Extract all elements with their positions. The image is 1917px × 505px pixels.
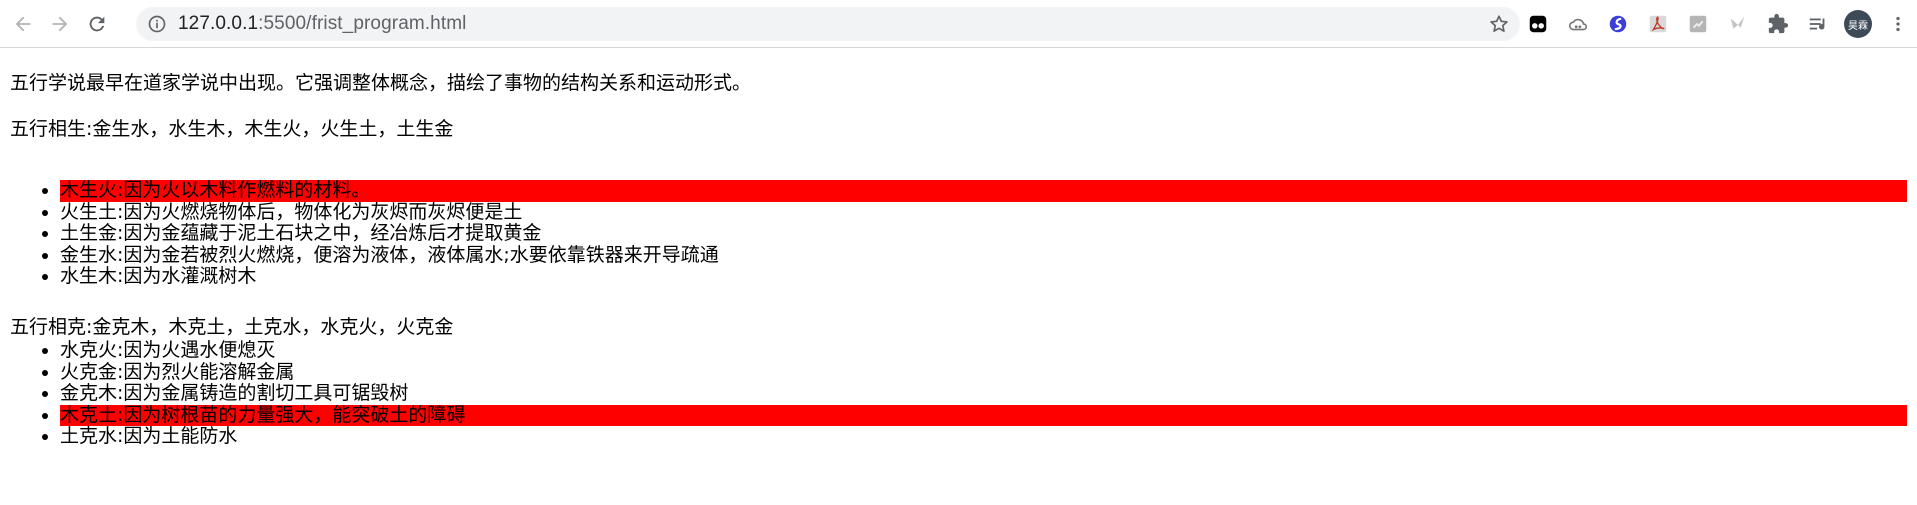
list-item: 水生木:因为水灌溉树木 <box>60 265 1907 288</box>
list-item: 金克木:因为金属铸造的割切工具可锯毁树 <box>60 382 1907 405</box>
avatar: 昊霖 <box>1844 10 1872 38</box>
ke-list: 水克火:因为火遇水便熄灭火克金:因为烈火能溶解金属金克木:因为金属铸造的割切工具… <box>10 339 1907 448</box>
cloud-link-icon[interactable] <box>1558 4 1598 44</box>
reload-icon <box>89 16 105 31</box>
kebab-menu-icon <box>1896 16 1900 32</box>
list-item: 金生水:因为金若被烈火燃烧，便溶为液体，液体属水;水要依靠铁器来开导疏通 <box>60 244 1907 267</box>
sheng-list: 木生火:因为火以木料作燃料的材料。火生土:因为火燃烧物体后，物体化为灰烬而灰烬便… <box>10 179 1907 288</box>
tampermonkey-icon[interactable] <box>1518 4 1558 44</box>
ke-title: 五行相克:金克木，木克土，土克水，水克火，火克金 <box>10 316 454 338</box>
browser-toolbar: 127.0.0.1:5500/frist_program.html 昊霖 <box>0 0 1917 48</box>
list-item: 土生金:因为金蕴藏于泥土石块之中，经冶炼后才提取黄金 <box>60 222 1907 245</box>
puzzle-gray-icon[interactable] <box>1678 4 1718 44</box>
back-button[interactable] <box>9 10 37 38</box>
list-item: 火生土:因为火燃烧物体后，物体化为灰烬而灰烬便是土 <box>60 201 1907 224</box>
forward-arrow-icon <box>52 16 68 31</box>
menu-button[interactable] <box>1878 4 1917 44</box>
sheng-title: 五行相生:金生水，水生木，木生火，火生土，土生金 <box>10 118 454 140</box>
pdf-icon[interactable] <box>1638 4 1678 44</box>
intro-paragraph: 五行学说最早在道家学说中出现。它强调整体概念，描绘了事物的结构关系和运动形式。 <box>10 72 752 94</box>
extensions-bar: 昊霖 <box>1518 0 1917 48</box>
url-host: 127.0.0.1 <box>178 13 259 34</box>
site-info-icon[interactable] <box>146 13 168 35</box>
url-path: :5500/frist_program.html <box>258 13 467 34</box>
list-item: 木克土:因为树根苗的力量强大，能突破土的障碍 <box>60 404 1907 426</box>
bookmark-star-icon[interactable] <box>1488 13 1510 35</box>
reading-list-icon[interactable] <box>1798 4 1838 44</box>
profile-button[interactable]: 昊霖 <box>1838 4 1878 44</box>
list-item: 土克水:因为土能防水 <box>60 425 1907 448</box>
address-bar[interactable]: 127.0.0.1:5500/frist_program.html <box>136 7 1520 41</box>
back-arrow-icon <box>15 16 31 31</box>
list-item: 火克金:因为烈火能溶解金属 <box>60 361 1907 384</box>
list-item: 木生火:因为火以木料作燃料的材料。 <box>60 179 1907 202</box>
extensions-icon[interactable] <box>1758 4 1798 44</box>
forward-button[interactable] <box>46 10 74 38</box>
bird-icon[interactable] <box>1718 4 1758 44</box>
reload-button[interactable] <box>83 10 111 38</box>
url-text[interactable]: 127.0.0.1:5500/frist_program.html <box>178 13 466 35</box>
s-logo-icon[interactable] <box>1598 4 1638 44</box>
list-item: 水克火:因为火遇水便熄灭 <box>60 339 1907 362</box>
